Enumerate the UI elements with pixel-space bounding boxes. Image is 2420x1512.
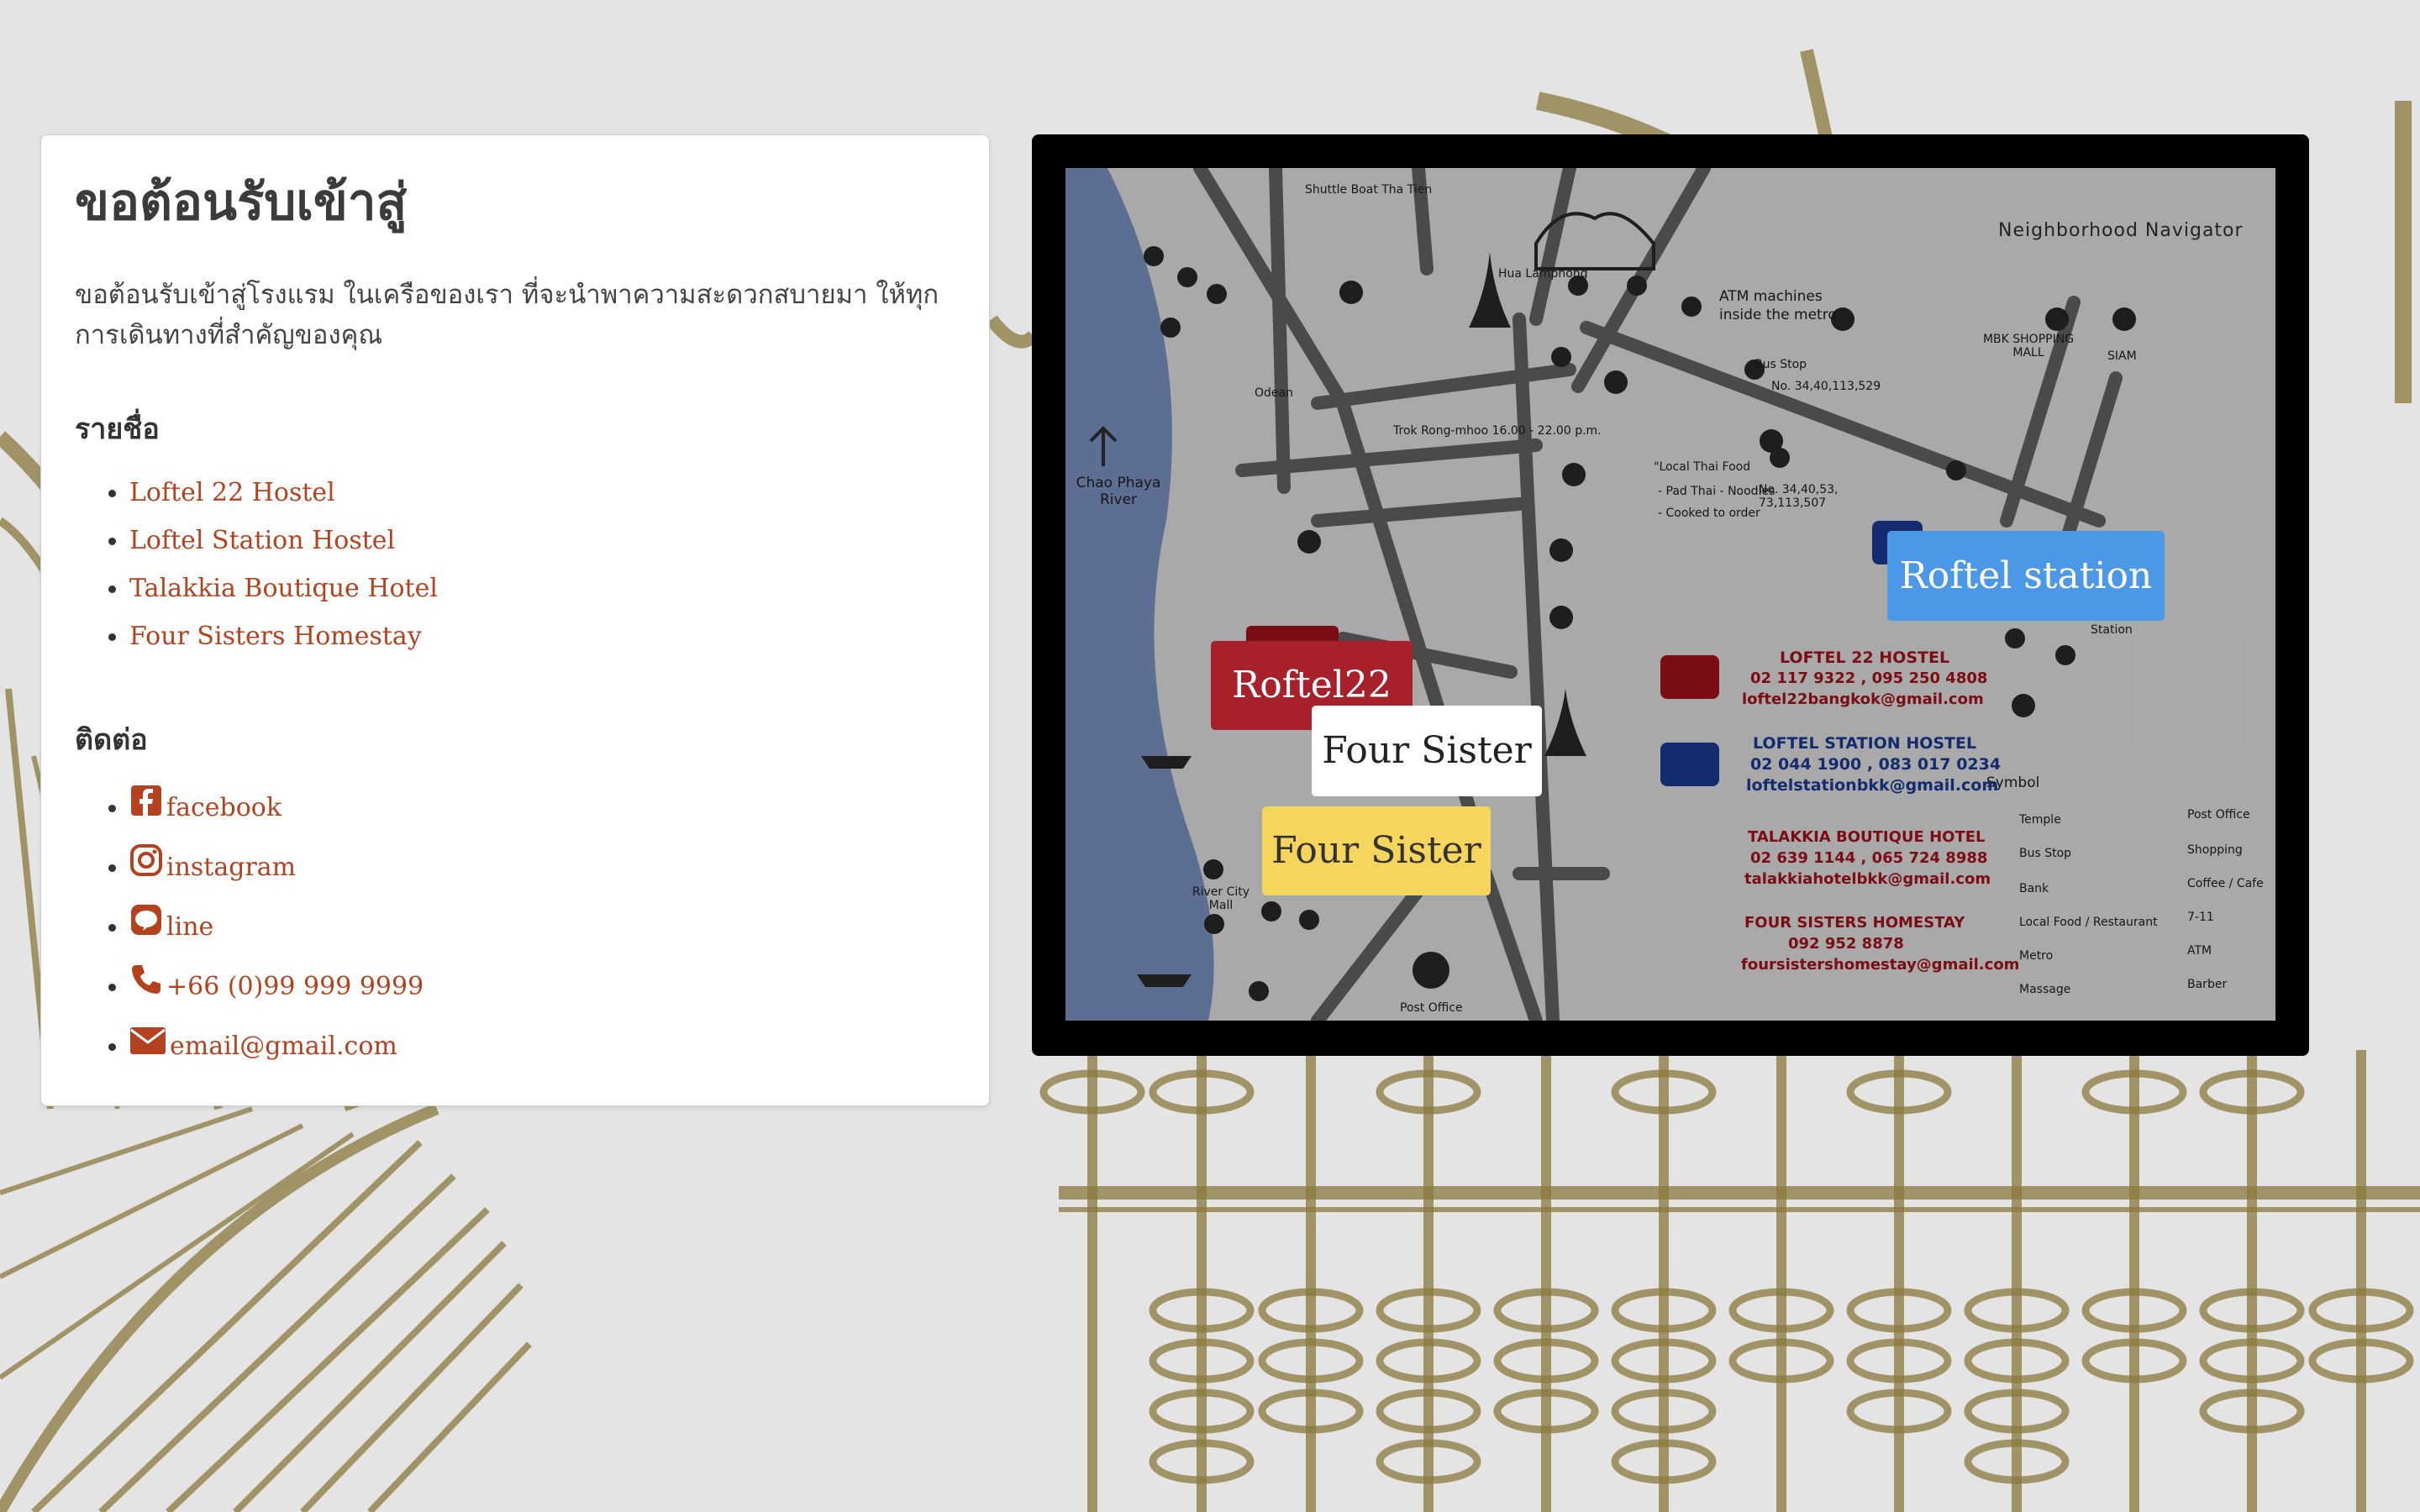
list-item: +66 (0)99 999 9999 <box>129 957 424 1016</box>
facebook-icon <box>131 785 161 816</box>
hotel-list-heading: รายชื่อ <box>75 412 160 446</box>
list-item: Talakkia Boutique Hotel <box>129 564 438 612</box>
hotel-list: Loftel 22 Hostel Loftel Station Hostel T… <box>75 469 438 660</box>
instagram-icon <box>130 844 162 876</box>
envelope-icon <box>130 1027 166 1054</box>
line-label: line <box>166 912 214 942</box>
marker-four-sister-yellow[interactable]: Four Sister <box>1262 806 1491 895</box>
welcome-title: ขอต้อนรับเข้าสู่ <box>75 173 408 232</box>
list-item: Four Sisters Homestay <box>129 612 438 660</box>
hotel-link-loftel22[interactable]: Loftel 22 Hostel <box>129 478 335 507</box>
contact-section: ติดต่อ facebook instagram <box>75 719 424 1076</box>
marker-roftel-station[interactable]: Roftel station <box>1887 531 2165 621</box>
hotel-link-loftel-station[interactable]: Loftel Station Hostel <box>129 526 395 555</box>
facebook-link[interactable]: facebook <box>129 785 282 822</box>
email-link[interactable]: email@gmail.com <box>129 1027 397 1061</box>
list-item: email@gmail.com <box>129 1016 424 1076</box>
line-link[interactable]: line <box>129 905 214 942</box>
marker-four-sister-white[interactable]: Four Sister <box>1312 706 1542 796</box>
phone-icon <box>132 965 160 994</box>
welcome-card: ขอต้อนรับเข้าสู่ ขอต้อนรับเข้าสู่โรงแรม … <box>40 134 990 1106</box>
email-label: email@gmail.com <box>170 1032 397 1061</box>
hotel-link-talakkia[interactable]: Talakkia Boutique Hotel <box>129 574 438 603</box>
instagram-link[interactable]: instagram <box>129 844 297 882</box>
list-item: Loftel Station Hostel <box>129 517 438 564</box>
welcome-intro: ขอต้อนรับเข้าสู่โรงแรม ในเครือของเรา ที่… <box>75 280 939 350</box>
contact-heading: ติดต่อ <box>75 723 148 757</box>
hotel-list-section: รายชื่อ Loftel 22 Hostel Loftel Station … <box>75 408 438 660</box>
facebook-label: facebook <box>166 793 282 822</box>
contact-list: facebook instagram <box>75 778 424 1076</box>
hotel-link-four-sisters[interactable]: Four Sisters Homestay <box>129 622 422 651</box>
list-item: instagram <box>129 837 424 897</box>
list-item: Loftel 22 Hostel <box>129 469 438 517</box>
phone-link[interactable]: +66 (0)99 999 9999 <box>129 965 424 1001</box>
instagram-label: instagram <box>166 853 297 882</box>
list-item: line <box>129 897 424 957</box>
list-item: facebook <box>129 778 424 837</box>
line-icon <box>131 905 161 935</box>
phone-label: +66 (0)99 999 9999 <box>166 972 424 1001</box>
